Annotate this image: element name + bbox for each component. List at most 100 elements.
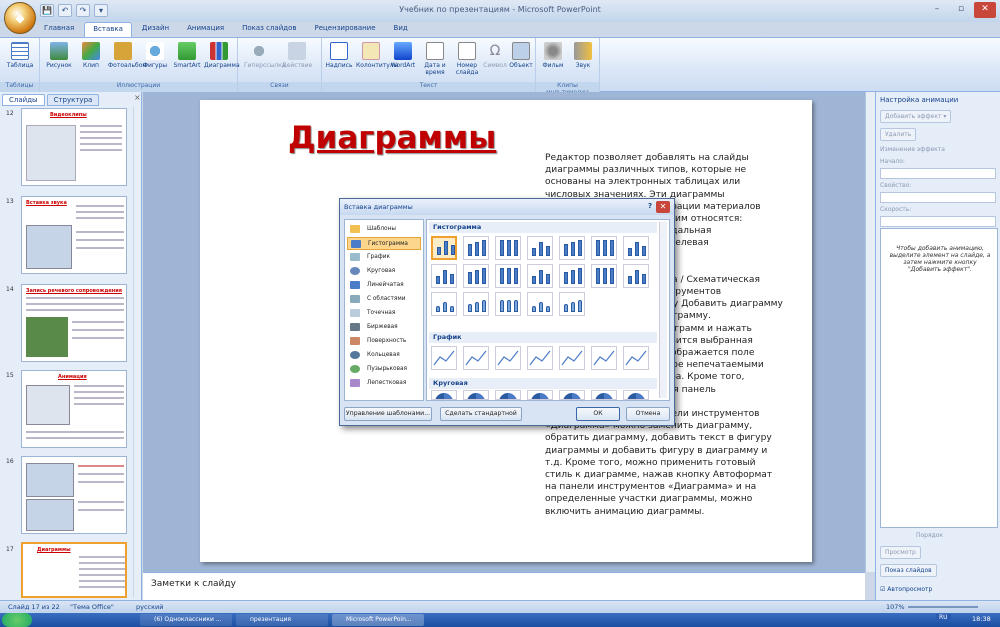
chart-type-option[interactable] (559, 390, 585, 400)
close-pane-icon[interactable]: × (134, 93, 141, 102)
tab-slideshow[interactable]: Показ слайдов (234, 22, 304, 37)
slides-pane-scrollbar[interactable] (133, 107, 141, 597)
chart-type-option[interactable] (559, 346, 585, 370)
tab-insert[interactable]: Вставка (84, 22, 132, 37)
save-icon[interactable]: 💾 (40, 4, 54, 17)
language[interactable]: русский (136, 603, 164, 611)
chart-type-option[interactable] (431, 346, 457, 370)
chart-type-option[interactable] (527, 390, 553, 400)
dialog-close-icon[interactable]: ✕ (656, 201, 670, 213)
category-bar[interactable]: Линейчатая (347, 279, 421, 292)
speed-select[interactable] (880, 216, 996, 227)
category-pie[interactable]: Круговая (347, 265, 421, 278)
tab-outline[interactable]: Структура (46, 94, 100, 106)
slide-thumbnail-selected[interactable]: Диаграммы (21, 542, 127, 598)
zoom-slider[interactable] (908, 606, 978, 608)
movie-button[interactable]: Фильм (538, 42, 568, 69)
remove-effect-button[interactable]: Удалить (880, 128, 917, 141)
category-scatter[interactable]: Точечная (347, 307, 421, 320)
sound-button[interactable]: Звук (568, 42, 598, 69)
chart-type-option[interactable] (463, 264, 489, 288)
maximize-icon[interactable]: ▫ (950, 2, 972, 18)
slideshow-button[interactable]: Показ слайдов (880, 564, 937, 577)
shapes-button[interactable]: Фигуры (140, 42, 170, 69)
slide-thumbnail[interactable]: Видеоклипы (21, 108, 127, 186)
taskbar-item-active[interactable]: Microsoft PowerPoin... (332, 614, 424, 626)
chart-type-option[interactable] (431, 264, 457, 288)
cancel-button[interactable]: Отмена (626, 407, 670, 421)
category-doughnut[interactable]: Кольцевая (347, 349, 421, 362)
chart-type-option[interactable] (495, 236, 521, 260)
chart-type-option[interactable] (527, 292, 553, 316)
manage-templates-button[interactable]: Управление шаблонами... (344, 407, 432, 421)
chart-type-option[interactable] (431, 236, 457, 260)
tab-design[interactable]: Дизайн (134, 22, 177, 37)
chart-type-option[interactable] (431, 292, 457, 316)
chart-type-option[interactable] (463, 236, 489, 260)
picture-button[interactable]: Рисунок (44, 42, 74, 69)
chart-type-option[interactable] (495, 390, 521, 400)
category-line[interactable]: График (347, 251, 421, 264)
slide-thumbnail[interactable]: Запись речевого сопровождения (21, 284, 127, 362)
slidenumber-button[interactable]: Номер слайда (452, 42, 482, 76)
headerfooter-button[interactable]: Колонтитулы (356, 42, 398, 69)
slide-thumbnail[interactable] (21, 456, 127, 534)
chart-type-option[interactable] (623, 236, 649, 260)
autopreview-checkbox[interactable]: ☑ Автопросмотр (880, 586, 932, 593)
chart-type-option[interactable] (591, 390, 617, 400)
start-button[interactable] (2, 613, 32, 627)
hyperlink-button[interactable]: Гиперссылка (244, 42, 285, 69)
animation-list[interactable]: Чтобы добавить анимацию, выделите элемен… (880, 228, 998, 528)
theme-name[interactable]: "Тема Office" (70, 603, 114, 611)
zoom-level[interactable]: 107% (886, 603, 905, 611)
tab-slides[interactable]: Слайды (2, 94, 45, 106)
table-button[interactable]: Таблица (5, 42, 35, 69)
office-button[interactable]: ◆ (4, 2, 36, 34)
chart-button[interactable]: Диаграмма (204, 42, 240, 69)
chart-type-option[interactable] (559, 236, 585, 260)
taskbar-item[interactable]: (6) Одноклассники ... (140, 614, 232, 626)
chart-type-option[interactable] (463, 390, 489, 400)
language-indicator[interactable]: RU (936, 614, 951, 621)
chart-type-option[interactable] (495, 346, 521, 370)
smartart-button[interactable]: SmartArt (172, 42, 202, 69)
chart-type-option[interactable] (623, 346, 649, 370)
category-area[interactable]: С областями (347, 293, 421, 306)
tab-view[interactable]: Вид (386, 22, 416, 37)
chart-type-option[interactable] (623, 390, 649, 400)
category-radar[interactable]: Лепестковая (347, 377, 421, 390)
category-templates[interactable]: Шаблоны (347, 223, 421, 236)
chart-type-option[interactable] (495, 264, 521, 288)
taskbar-item[interactable]: презентация (236, 614, 328, 626)
help-icon[interactable]: ? (648, 202, 652, 210)
start-select[interactable] (880, 168, 996, 179)
textbox-button[interactable]: Надпись (324, 42, 354, 69)
datetime-button[interactable]: Дата и время (420, 42, 450, 76)
chart-type-option[interactable] (527, 236, 553, 260)
category-column[interactable]: Гистограмма (347, 237, 421, 250)
redo-icon[interactable]: ↷ (76, 4, 90, 17)
slide-scrollbar[interactable] (865, 92, 875, 572)
action-button[interactable]: Действие (282, 42, 312, 69)
minimize-icon[interactable]: – (926, 2, 948, 18)
chart-type-option[interactable] (527, 346, 553, 370)
notes-pane[interactable]: Заметки к слайду (143, 572, 865, 600)
add-effect-button[interactable]: Добавить эффект ▾ (880, 110, 952, 123)
chart-type-option[interactable] (495, 292, 521, 316)
chart-type-option[interactable] (559, 292, 585, 316)
chart-type-option[interactable] (559, 264, 585, 288)
chart-type-option[interactable] (591, 264, 617, 288)
set-default-button[interactable]: Сделать стандартной (440, 407, 522, 421)
chart-type-option[interactable] (431, 390, 457, 400)
chart-type-option[interactable] (463, 292, 489, 316)
slide-thumbnail[interactable]: Вставка звука (21, 196, 127, 274)
chart-type-option[interactable] (591, 346, 617, 370)
ok-button[interactable]: ОК (576, 407, 620, 421)
photoalbum-button[interactable]: Фотоальбом (108, 42, 147, 69)
category-bubble[interactable]: Пузырьковая (347, 363, 421, 376)
chart-type-option[interactable] (623, 264, 649, 288)
customize-qat-icon[interactable]: ▾ (94, 4, 108, 17)
chart-type-option[interactable] (591, 236, 617, 260)
chart-type-option[interactable] (463, 346, 489, 370)
preview-button[interactable]: Просмотр (880, 546, 921, 559)
